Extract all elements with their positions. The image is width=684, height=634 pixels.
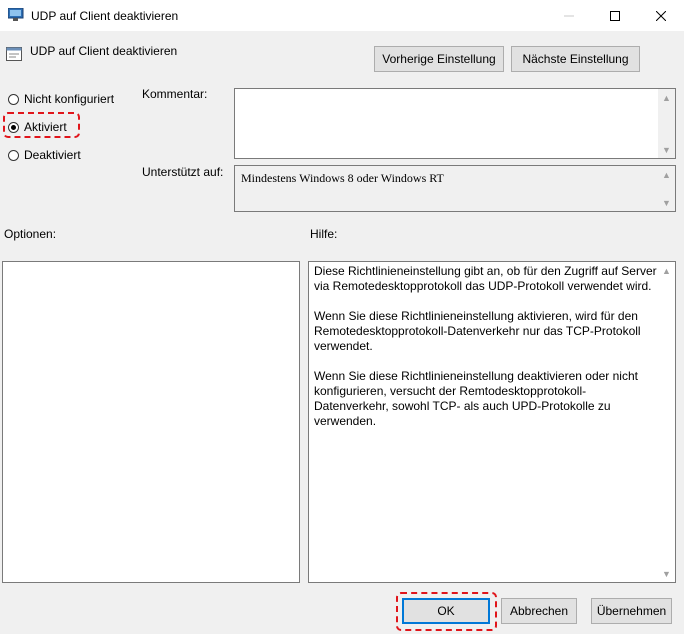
radio-label-not-configured: Nicht konfiguriert [24, 92, 115, 106]
help-label: Hilfe: [310, 227, 338, 241]
radio-not-configured[interactable]: Nicht konfiguriert [8, 92, 114, 106]
help-paragraph: Wenn Sie diese Richtlinieneinstellung ak… [314, 309, 641, 353]
minimize-button[interactable] [546, 0, 592, 31]
scroll-down-icon[interactable]: ▼ [658, 141, 675, 158]
options-pane [2, 261, 300, 583]
scroll-down-icon[interactable]: ▼ [658, 194, 675, 211]
title-bar: UDP auf Client deaktivieren [0, 0, 684, 31]
supported-value: Mindestens Windows 8 oder Windows RT [241, 171, 444, 185]
radio-circle [8, 93, 19, 105]
next-setting-button[interactable]: Nächste Einstellung [511, 46, 640, 72]
help-paragraph: Wenn Sie diese Richtlinieneinstellung de… [314, 369, 638, 428]
close-icon [656, 10, 666, 21]
highlight-enabled-option [3, 112, 80, 138]
apply-button[interactable]: Übernehmen [591, 598, 672, 624]
window-title: UDP auf Client deaktivieren [31, 9, 179, 23]
policy-setting-icon [6, 47, 22, 61]
policy-title: UDP auf Client deaktivieren [30, 44, 178, 58]
supported-label: Unterstützt auf: [142, 165, 224, 179]
radio-label-disabled: Deaktiviert [24, 148, 81, 162]
help-scrollbar[interactable]: ▲ ▼ [658, 262, 675, 582]
comment-label: Kommentar: [142, 87, 208, 101]
maximize-button[interactable] [592, 0, 638, 31]
highlight-ok-button [396, 592, 497, 631]
scroll-up-icon[interactable]: ▲ [658, 89, 675, 106]
scroll-down-icon[interactable]: ▼ [658, 565, 675, 582]
close-button[interactable] [638, 0, 684, 31]
minimize-icon [564, 15, 574, 16]
previous-setting-button[interactable]: Vorherige Einstellung [374, 46, 504, 72]
radio-circle [8, 149, 19, 161]
cancel-button[interactable]: Abbrechen [501, 598, 577, 624]
help-pane: Diese Richtlinieneinstellung gibt an, ob… [308, 261, 676, 583]
maximize-icon [610, 10, 620, 21]
options-label: Optionen: [4, 227, 57, 241]
help-paragraph: Diese Richtlinieneinstellung gibt an, ob… [314, 264, 657, 293]
radio-disabled[interactable]: Deaktiviert [8, 148, 81, 162]
help-text: Diese Richtlinieneinstellung gibt an, ob… [314, 264, 659, 444]
comment-scrollbar[interactable]: ▲ ▼ [658, 89, 675, 158]
scroll-up-icon[interactable]: ▲ [658, 262, 675, 279]
supported-field: Mindestens Windows 8 oder Windows RT ▲ ▼ [234, 165, 676, 212]
supported-scrollbar[interactable]: ▲ ▼ [658, 166, 675, 211]
policy-app-icon [8, 8, 24, 21]
scroll-up-icon[interactable]: ▲ [658, 166, 675, 183]
comment-textarea[interactable]: ▲ ▼ [234, 88, 676, 159]
